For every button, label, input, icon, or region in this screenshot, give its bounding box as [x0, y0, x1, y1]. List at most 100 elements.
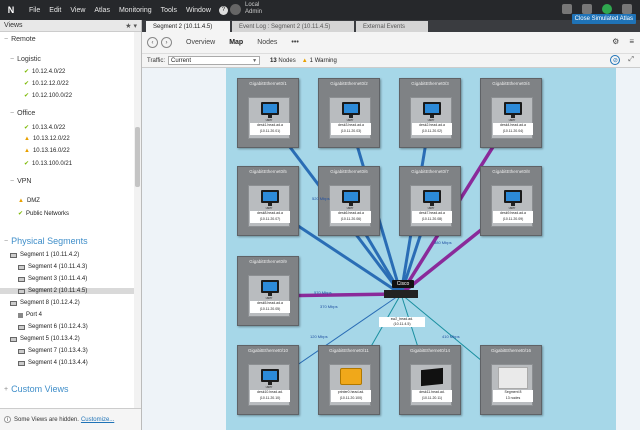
menu-icon[interactable]: ≡: [629, 37, 634, 46]
node-label: desk9.head.ad.a (10.11.20.09): [493, 211, 533, 223]
tree-item-office[interactable]: − Office: [10, 110, 35, 117]
node-card[interactable]: user desk8.head.ad.a (10.11.20.07): [248, 185, 290, 227]
tree-segment[interactable]: Segment 6 (10.12.4.3): [18, 324, 88, 330]
tree-segment-selected[interactable]: Segment 2 (10.11.4.5): [0, 288, 134, 294]
node-card[interactable]: ▲Segment 813 nodes: [491, 364, 533, 406]
tab-overview[interactable]: Overview: [186, 39, 215, 46]
map-node[interactable]: GigabitEthernet0/11 printer0.head.ad. (10.…: [318, 345, 380, 415]
tree-item-logistic[interactable]: − Logistic: [10, 56, 41, 63]
tree-subnet[interactable]: ✔ 10.12.4.0/22: [24, 68, 65, 76]
node-card[interactable]: user desk5.head.ad.a (10.11.20.05): [248, 275, 290, 317]
menu-monitoring[interactable]: Monitoring: [119, 7, 152, 14]
traffic-select[interactable]: Current ▼: [168, 56, 261, 65]
collapse-icon[interactable]: −: [10, 56, 14, 63]
views-scrollbar[interactable]: [134, 32, 141, 418]
scroll-thumb[interactable]: [135, 127, 140, 187]
node-card[interactable]: user desk3.head.ad.a (10.11.20.03): [329, 97, 371, 139]
user-info[interactable]: Local Admin: [230, 2, 262, 16]
collapse-icon[interactable]: −: [10, 110, 14, 117]
tree-subnet[interactable]: ✔ 10.13.100.0/21: [24, 160, 72, 168]
collapse-icon[interactable]: −: [4, 238, 8, 245]
close-simulated-atlas-button[interactable]: Close Simulated Atlas: [571, 14, 636, 24]
collapse-icon[interactable]: −: [10, 178, 14, 185]
warning-icon: ▲: [24, 136, 30, 142]
tree-segment[interactable]: Segment 4 (10.13.4.4): [18, 360, 88, 366]
menu-tools[interactable]: Tools: [161, 7, 177, 14]
tab-event-log[interactable]: Event Log : Segment 2 (10.11.4.5): [232, 21, 354, 32]
tree-subnet[interactable]: ✔ 10.12.100.0/22: [24, 92, 72, 100]
menu-window[interactable]: Window: [186, 7, 211, 14]
map-node[interactable]: GigabitEthernet0/2 user desk3.head.ad.a (10…: [318, 78, 380, 148]
map-node[interactable]: GigabitEthernet0/6 user desk6.head.ad.a (10…: [318, 166, 380, 236]
tab-segment[interactable]: Segment 2 (10.11.4.5): [146, 21, 230, 32]
tree-item-public-networks[interactable]: ✔ Public Networks: [18, 210, 69, 218]
settings-icon[interactable]: [622, 4, 632, 14]
warning-icon: ▲: [301, 57, 308, 64]
briefcase-icon[interactable]: [562, 4, 572, 14]
map-node[interactable]: GigabitEthernet0/16 ▲Segment 813 nodes: [480, 345, 542, 415]
node-card[interactable]: user desk4.head.ad.a (10.11.20.04): [491, 97, 533, 139]
switch-node[interactable]: [384, 290, 418, 298]
node-card[interactable]: user desk6.head.ad.a (10.11.20.06): [329, 185, 371, 227]
map-node[interactable]: GigabitEthernet0/14 desk11.head.ad. (10.11…: [399, 345, 461, 415]
tree-subnet[interactable]: ▲ 10.13.16.0/22: [24, 148, 70, 154]
more-button[interactable]: •••: [291, 39, 298, 46]
forward-button[interactable]: ›: [161, 37, 172, 48]
node-port-title: GigabitEthernet0/10: [247, 348, 289, 353]
map-canvas[interactable]: Cisco sw2_head.ad. (10.11.4.5) GigabitEth…: [142, 68, 640, 430]
tab-nodes[interactable]: Nodes: [257, 39, 277, 46]
map-node[interactable]: GigabitEthernet0/7 user desk7.head.ad.a (10…: [399, 166, 461, 236]
status-icon[interactable]: [602, 4, 612, 14]
views-header-controls[interactable]: ★ ▾: [125, 22, 137, 30]
node-card[interactable]: user desk10.head.ad. (10.11.20.10): [248, 364, 290, 406]
node-card[interactable]: printer0.head.ad. (10.11.20.100): [329, 364, 371, 406]
custom-views-title[interactable]: + Custom Views: [4, 384, 68, 394]
menu-view[interactable]: View: [70, 7, 85, 14]
tab-external-events[interactable]: External Events: [356, 21, 428, 32]
map-node[interactable]: GigabitEthernet0/4 user desk4.head.ad.a (10…: [480, 78, 542, 148]
filter-toggle-icon[interactable]: ⊘: [610, 55, 621, 65]
map-node[interactable]: GigabitEthernet0/8 user desk9.head.ad.a (10…: [480, 166, 542, 236]
tree-segment[interactable]: Segment 3 (10.11.4.4): [18, 276, 87, 282]
map-node[interactable]: GigabitEthernet0/5 user desk8.head.ad.a (10…: [237, 166, 299, 236]
tree-subnet[interactable]: ▲ 10.13.12.0/22: [24, 136, 70, 142]
notification-icon[interactable]: [582, 4, 592, 14]
tree-item-dmz[interactable]: ▲ DMZ: [18, 198, 40, 204]
expand-icon[interactable]: ⤢: [628, 56, 634, 64]
tree-segment[interactable]: Segment 7 (10.13.4.3): [18, 348, 88, 354]
map-node[interactable]: GigabitEthernet0/10 user desk10.head.ad. (1…: [237, 345, 299, 415]
map-node[interactable]: GigabitEthernet0/3 user desk2.head.ad.a (10…: [399, 78, 461, 148]
printer-icon: [340, 368, 362, 385]
tree-item-remote[interactable]: − Remote: [4, 36, 36, 43]
tree-segment[interactable]: Segment 8 (10.12.4.2): [10, 300, 80, 306]
tree-subnet[interactable]: ✔ 10.12.12.0/22: [24, 80, 69, 88]
menu-file[interactable]: File: [29, 7, 40, 14]
tree-segment[interactable]: Segment 1 (10.11.4.2): [10, 252, 79, 258]
tree-item-vpn[interactable]: − VPN: [10, 178, 32, 185]
node-card[interactable]: user desk1.head.ad.a (10.11.20.01): [248, 97, 290, 139]
node-card[interactable]: user desk7.head.ad.a (10.11.20.08): [410, 185, 452, 227]
collapse-icon[interactable]: −: [4, 36, 8, 43]
customize-link[interactable]: Customize...: [81, 417, 114, 423]
tab-map[interactable]: Map: [229, 39, 243, 46]
physical-segments-title[interactable]: − Physical Segments: [4, 236, 88, 246]
expand-icon[interactable]: +: [4, 386, 8, 393]
gear-icon[interactable]: ⚙: [612, 37, 619, 46]
map-node[interactable]: GigabitEthernet0/1 user desk1.head.ad.a (10…: [237, 78, 299, 148]
views-title: Views: [4, 22, 23, 29]
workstation-icon: [342, 102, 360, 118]
tree-segment[interactable]: Segment 4 (10.11.4.3): [18, 264, 87, 270]
back-button[interactable]: ‹: [147, 37, 158, 48]
node-card[interactable]: desk11.head.ad. (10.11.20.11): [410, 364, 452, 406]
node-card[interactable]: user desk2.head.ad.a (10.11.20.02): [410, 97, 452, 139]
tree-subnet[interactable]: ✔ 10.13.4.0/22: [24, 124, 65, 132]
help-icon[interactable]: ?: [218, 5, 228, 15]
menu-atlas[interactable]: Atlas: [94, 7, 110, 14]
map-node[interactable]: GigabitEthernet0/9 user desk5.head.ad.a (10…: [237, 256, 299, 326]
menu-edit[interactable]: Edit: [49, 7, 61, 14]
check-icon: ✔: [18, 211, 24, 217]
link-bandwidth-label: 120 Mbps: [310, 334, 328, 339]
tree-port[interactable]: Port 4: [18, 312, 42, 318]
node-card[interactable]: user desk9.head.ad.a (10.11.20.09): [491, 185, 533, 227]
tree-segment[interactable]: Segment 5 (10.13.4.2): [10, 336, 80, 342]
